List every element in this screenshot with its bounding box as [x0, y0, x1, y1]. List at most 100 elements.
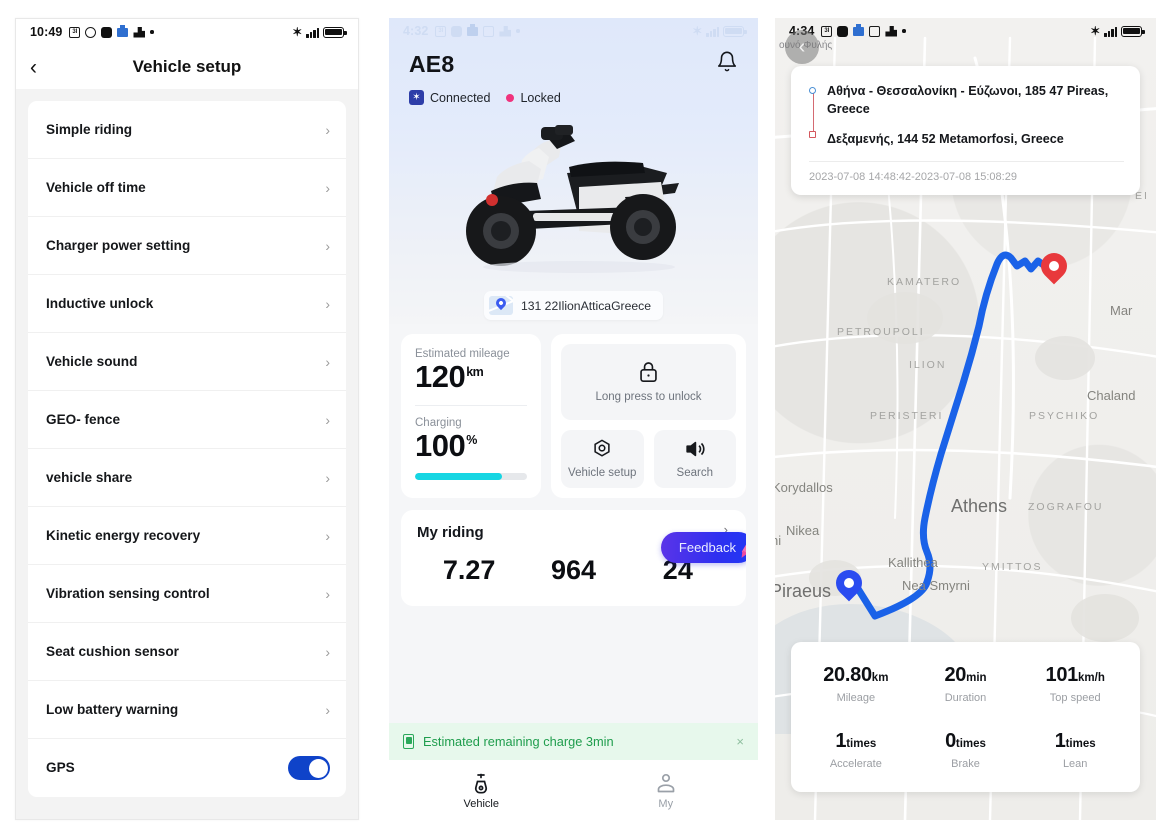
- signal-icon: [306, 27, 319, 38]
- route-info-card: Αθήνα - Θεσσαλονίκη - Εύζωνοι, 185 47 Pi…: [791, 66, 1140, 195]
- search-button[interactable]: Search: [653, 430, 736, 489]
- dot-icon: [150, 30, 154, 34]
- square-icon: [451, 25, 463, 37]
- status-time: 10:49: [30, 25, 63, 39]
- route-timeline-line: [812, 90, 814, 136]
- settings-row[interactable]: Low battery warning ›: [28, 681, 346, 739]
- stat-number: 20: [944, 664, 967, 686]
- settings-row[interactable]: Simple riding ›: [28, 101, 346, 159]
- status-bar: 4:34 3I ✶: [775, 18, 1156, 44]
- map-place-label: KAMATERO: [887, 276, 962, 288]
- scooter-illustration: [389, 105, 758, 295]
- printer-icon: [853, 23, 865, 36]
- stat-number: 20.80: [823, 664, 872, 686]
- divider: [809, 160, 1124, 162]
- dot-icon: [516, 29, 520, 33]
- map-thumbnail-icon: [488, 296, 513, 315]
- lock-icon: [640, 362, 657, 383]
- phone-circle-icon: [85, 26, 97, 38]
- settings-row-label: Vibration sensing control: [46, 585, 210, 601]
- vehicle-title-row: AE8: [389, 44, 758, 78]
- settings-row-label: Low battery warning: [46, 701, 179, 717]
- bluetooth-badge-icon: ✶: [409, 90, 424, 105]
- sim-icon: 3I: [69, 26, 81, 38]
- gps-toggle[interactable]: [288, 756, 330, 780]
- charging-value: 100%: [415, 429, 527, 463]
- square-icon: [101, 26, 113, 38]
- chevron-right-icon: ›: [325, 585, 330, 602]
- back-button[interactable]: ‹: [30, 57, 56, 78]
- chevron-right-icon: ›: [325, 643, 330, 660]
- stat-value: 20min: [911, 664, 1021, 687]
- vehicle-setup-button[interactable]: Vehicle setup: [561, 430, 644, 489]
- toast-close-button[interactable]: ×: [736, 734, 744, 749]
- bluetooth-icon: ✶: [292, 25, 303, 39]
- speaker-icon: [686, 441, 705, 457]
- settings-row[interactable]: Inductive unlock ›: [28, 275, 346, 333]
- stat-unit: times: [955, 738, 986, 750]
- chevron-right-icon: ›: [325, 179, 330, 196]
- settings-row-label: Kinetic energy recovery: [46, 527, 201, 543]
- pink-dot-icon: [506, 93, 515, 102]
- location-chip[interactable]: 131 22IlionAtticaGreece: [483, 291, 664, 320]
- status-left-icons: 3I: [69, 24, 154, 38]
- image-icon: [483, 25, 495, 37]
- settings-row[interactable]: Vehicle off time ›: [28, 159, 346, 217]
- mileage-value: 120km: [415, 359, 527, 394]
- feedback-label: Feedback: [678, 540, 736, 556]
- settings-row[interactable]: Kinetic energy recovery ›: [28, 507, 346, 565]
- settings-row[interactable]: Vehicle sound ›: [28, 333, 346, 391]
- settings-row[interactable]: vehicle share ›: [28, 449, 346, 507]
- bluetooth-icon: ✶: [1090, 24, 1101, 38]
- stat-label: Accelerate: [829, 758, 882, 770]
- charging-unit: %: [466, 433, 477, 448]
- status-left-icons: 3I: [821, 23, 906, 37]
- settings-row-label: Inductive unlock: [46, 295, 154, 311]
- vehicle-dashboard-screen: 4:32 3I ✶ AE8 ✶ Connected Locked 131 22I…: [389, 18, 758, 820]
- scooter-icon: [499, 25, 512, 37]
- stat-label: Brake: [951, 758, 980, 770]
- chevron-right-icon: ›: [325, 411, 330, 428]
- route-end-dot-icon: [809, 130, 816, 138]
- settings-row[interactable]: Seat cushion sensor ›: [28, 623, 346, 681]
- chevron-right-icon: ›: [325, 701, 330, 718]
- pen-icon: [741, 519, 746, 555]
- nav-item-my[interactable]: My: [574, 771, 759, 810]
- printer-icon: [467, 23, 479, 36]
- connection-status-label: Connected: [430, 90, 491, 105]
- settings-row-label: Vehicle sound: [46, 353, 138, 369]
- nav-my-label: My: [658, 797, 674, 810]
- long-press-unlock-button[interactable]: Long press to unlock: [561, 344, 736, 420]
- vehicle-setup-label: Vehicle setup: [568, 467, 637, 479]
- settings-row[interactable]: GPS: [28, 739, 346, 797]
- nav-item-vehicle[interactable]: Vehicle: [389, 771, 574, 810]
- scooter-icon: [133, 26, 146, 38]
- route-start-address: Αθήνα - Θεσσαλονίκη - Εύζωνοι, 185 47 Pi…: [827, 84, 1109, 117]
- feedback-button[interactable]: Feedback: [660, 519, 746, 564]
- stat-cell: 1times Accelerate: [801, 730, 911, 770]
- back-button[interactable]: ‹: [785, 30, 819, 64]
- location-text: 131 22IlionAtticaGreece: [520, 298, 652, 313]
- battery-icon: [723, 25, 747, 37]
- settings-row[interactable]: Vibration sensing control ›: [28, 565, 346, 623]
- mileage-number: 120: [415, 359, 466, 394]
- stat-cell: 20.80km Mileage: [801, 664, 911, 704]
- page-header: ‹ Vehicle setup: [16, 45, 358, 89]
- my-riding-card[interactable]: My riding › 7.27 964 24 Feedback: [401, 510, 746, 607]
- long-press-unlock-label: Long press to unlock: [595, 390, 702, 403]
- bell-icon[interactable]: [716, 50, 738, 78]
- chevron-right-icon: ›: [325, 121, 330, 138]
- settings-row[interactable]: Charger power setting ›: [28, 217, 346, 275]
- map-place-label: Nikea: [786, 523, 820, 538]
- status-left-icons: 3I: [435, 23, 520, 37]
- map-place-label: PETROUPOLI: [837, 326, 925, 338]
- status-chip-row: ✶ Connected Locked: [389, 78, 758, 105]
- status-right-icons: ✶: [692, 25, 747, 37]
- status-time: 4:32: [403, 24, 429, 38]
- actions-card: Long press to unlock Vehicle setup Searc…: [551, 334, 746, 499]
- scooter-image: [465, 125, 679, 273]
- stat-unit: km/h: [1078, 672, 1105, 684]
- action-tile-row: Vehicle setup Search: [561, 430, 736, 489]
- settings-row[interactable]: GEO- fence ›: [28, 391, 346, 449]
- vehicle-setup-screen: 10:49 3I ✶ ‹ Vehicle setup Simple riding…: [15, 18, 359, 820]
